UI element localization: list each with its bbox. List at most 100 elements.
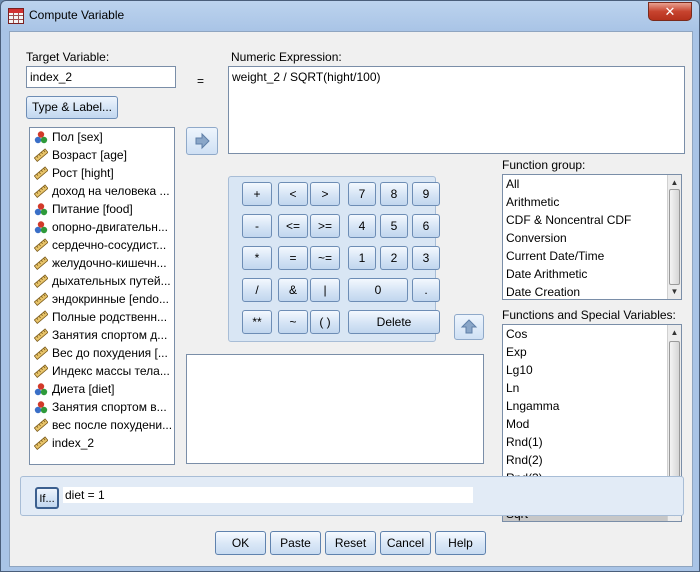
function-group-item[interactable]: Arithmetic [503,193,681,211]
key-not-equal[interactable]: ~= [310,246,340,270]
arrow-right-icon [195,132,210,150]
key-not[interactable]: ~ [278,310,308,334]
scale-icon [33,418,49,432]
numeric-expression-input[interactable]: weight_2 / SQRT(hight/100) [228,66,685,154]
key-power[interactable]: ** [242,310,272,334]
key-0[interactable]: 0 [348,278,408,302]
variable-list-item[interactable]: Рост [hight] [30,164,174,182]
variable-list-item[interactable]: Вес до похудения [... [30,344,174,362]
cancel-button[interactable]: Cancel [380,531,431,555]
move-to-expression-button[interactable] [186,127,218,155]
function-item[interactable]: Lngamma [503,397,667,415]
variable-list-item[interactable]: Возраст [age] [30,146,174,164]
key-6[interactable]: 6 [412,214,440,238]
variable-list-item[interactable]: желудочно-кишечн... [30,254,174,272]
variable-label: Диета [diet] [52,382,115,396]
variable-list-item[interactable]: Пол [sex] [30,128,174,146]
key-3[interactable]: 3 [412,246,440,270]
condition-text: diet = 1 [63,487,473,503]
nominal-icon [34,382,48,396]
function-group-item[interactable]: CDF & Noncentral CDF [503,211,681,229]
variable-list-item[interactable]: Полные родственн... [30,308,174,326]
paste-button[interactable]: Paste [270,531,321,555]
key-plus[interactable]: + [242,182,272,206]
variable-list-item[interactable]: Занятия спортом д... [30,326,174,344]
function-item[interactable]: Rnd(2) [503,451,667,469]
key-9[interactable]: 9 [412,182,440,206]
function-group-item[interactable]: Current Date/Time [503,247,681,265]
variable-label: Занятия спортом в... [52,400,167,414]
key-minus[interactable]: - [242,214,272,238]
variable-list-item[interactable]: доход на человека ... [30,182,174,200]
type-label-button[interactable]: Type & Label... [26,96,118,119]
variable-list-item[interactable]: Питание [food] [30,200,174,218]
variable-list-item[interactable]: эндокринные [endo... [30,290,174,308]
key-greater-than[interactable]: > [310,182,340,206]
key-1[interactable]: 1 [348,246,376,270]
variable-list-item[interactable]: опорно-двигательн... [30,218,174,236]
key-8[interactable]: 8 [380,182,408,206]
key-parentheses[interactable]: ( ) [310,310,340,334]
variable-list-item[interactable]: index_2 [30,434,174,452]
function-item[interactable]: Rnd(1) [503,433,667,451]
scroll-thumb[interactable] [669,189,680,285]
function-group-item[interactable]: Conversion [503,229,681,247]
if-button[interactable]: If... [35,487,59,509]
variable-list-item[interactable]: дыхательных путей... [30,272,174,290]
target-variable-label: Target Variable: [26,50,110,64]
scroll-down-icon[interactable]: ▼ [669,286,680,297]
key-4[interactable]: 4 [348,214,376,238]
help-button[interactable]: Help [435,531,486,555]
ok-button[interactable]: OK [215,531,266,555]
key-less-than[interactable]: < [278,182,308,206]
key-divide[interactable]: / [242,278,272,302]
delete-button[interactable]: Delete [348,310,440,334]
function-group-list[interactable]: All Arithmetic CDF & Noncentral CDF Convers… [502,174,682,300]
scale-icon [33,346,49,360]
dialog-client: Target Variable: index_2 = Type & Label.… [9,31,693,567]
variable-list-item[interactable]: сердечно-сосудист... [30,236,174,254]
variable-label: дыхательных путей... [52,274,171,288]
function-item[interactable]: Ln [503,379,667,397]
variable-list-item[interactable]: Индекс массы тела... [30,362,174,380]
scale-icon [33,292,49,306]
function-group-item[interactable]: All [503,175,681,193]
key-or[interactable]: | [310,278,340,302]
key-less-equal[interactable]: <= [278,214,308,238]
key-2[interactable]: 2 [380,246,408,270]
function-group-scrollbar[interactable]: ▲ ▼ [667,175,681,299]
scale-icon [33,436,49,450]
scroll-up-icon[interactable]: ▲ [669,177,680,188]
close-button[interactable]: ✕ [648,2,692,21]
variable-list[interactable]: Пол [sex] Возраст [age] Рост [hight] доход … [29,127,175,465]
variable-list-item[interactable]: Диета [diet] [30,380,174,398]
function-description-area [186,354,484,464]
function-group-item[interactable]: Date Arithmetic [503,265,681,283]
function-item[interactable]: Exp [503,343,667,361]
equals-sign: = [197,74,205,88]
key-equals[interactable]: = [278,246,308,270]
reset-button[interactable]: Reset [325,531,376,555]
function-item[interactable]: Cos [503,325,667,343]
variable-list-item[interactable]: вес после похудени... [30,416,174,434]
key-greater-equal[interactable]: >= [310,214,340,238]
key-and[interactable]: & [278,278,308,302]
variable-label: доход на человека ... [52,184,170,198]
key-5[interactable]: 5 [380,214,408,238]
scroll-up-icon[interactable]: ▲ [669,327,680,338]
function-item[interactable]: Mod [503,415,667,433]
functions-label: Functions and Special Variables: [502,308,676,322]
variable-label: Занятия спортом д... [52,328,168,342]
variable-list-item[interactable]: Занятия спортом в... [30,398,174,416]
numeric-expression-value: weight_2 / SQRT(hight/100) [232,70,381,84]
window-title: Compute Variable [29,8,125,22]
function-item[interactable]: Lg10 [503,361,667,379]
scale-icon [33,238,49,252]
function-group-item[interactable]: Date Creation [503,283,681,299]
key-decimal[interactable]: . [412,278,440,302]
variable-label: Вес до похудения [... [52,346,168,360]
key-multiply[interactable]: * [242,246,272,270]
key-7[interactable]: 7 [348,182,376,206]
target-variable-input[interactable]: index_2 [26,66,176,88]
move-function-up-button[interactable] [454,314,484,340]
